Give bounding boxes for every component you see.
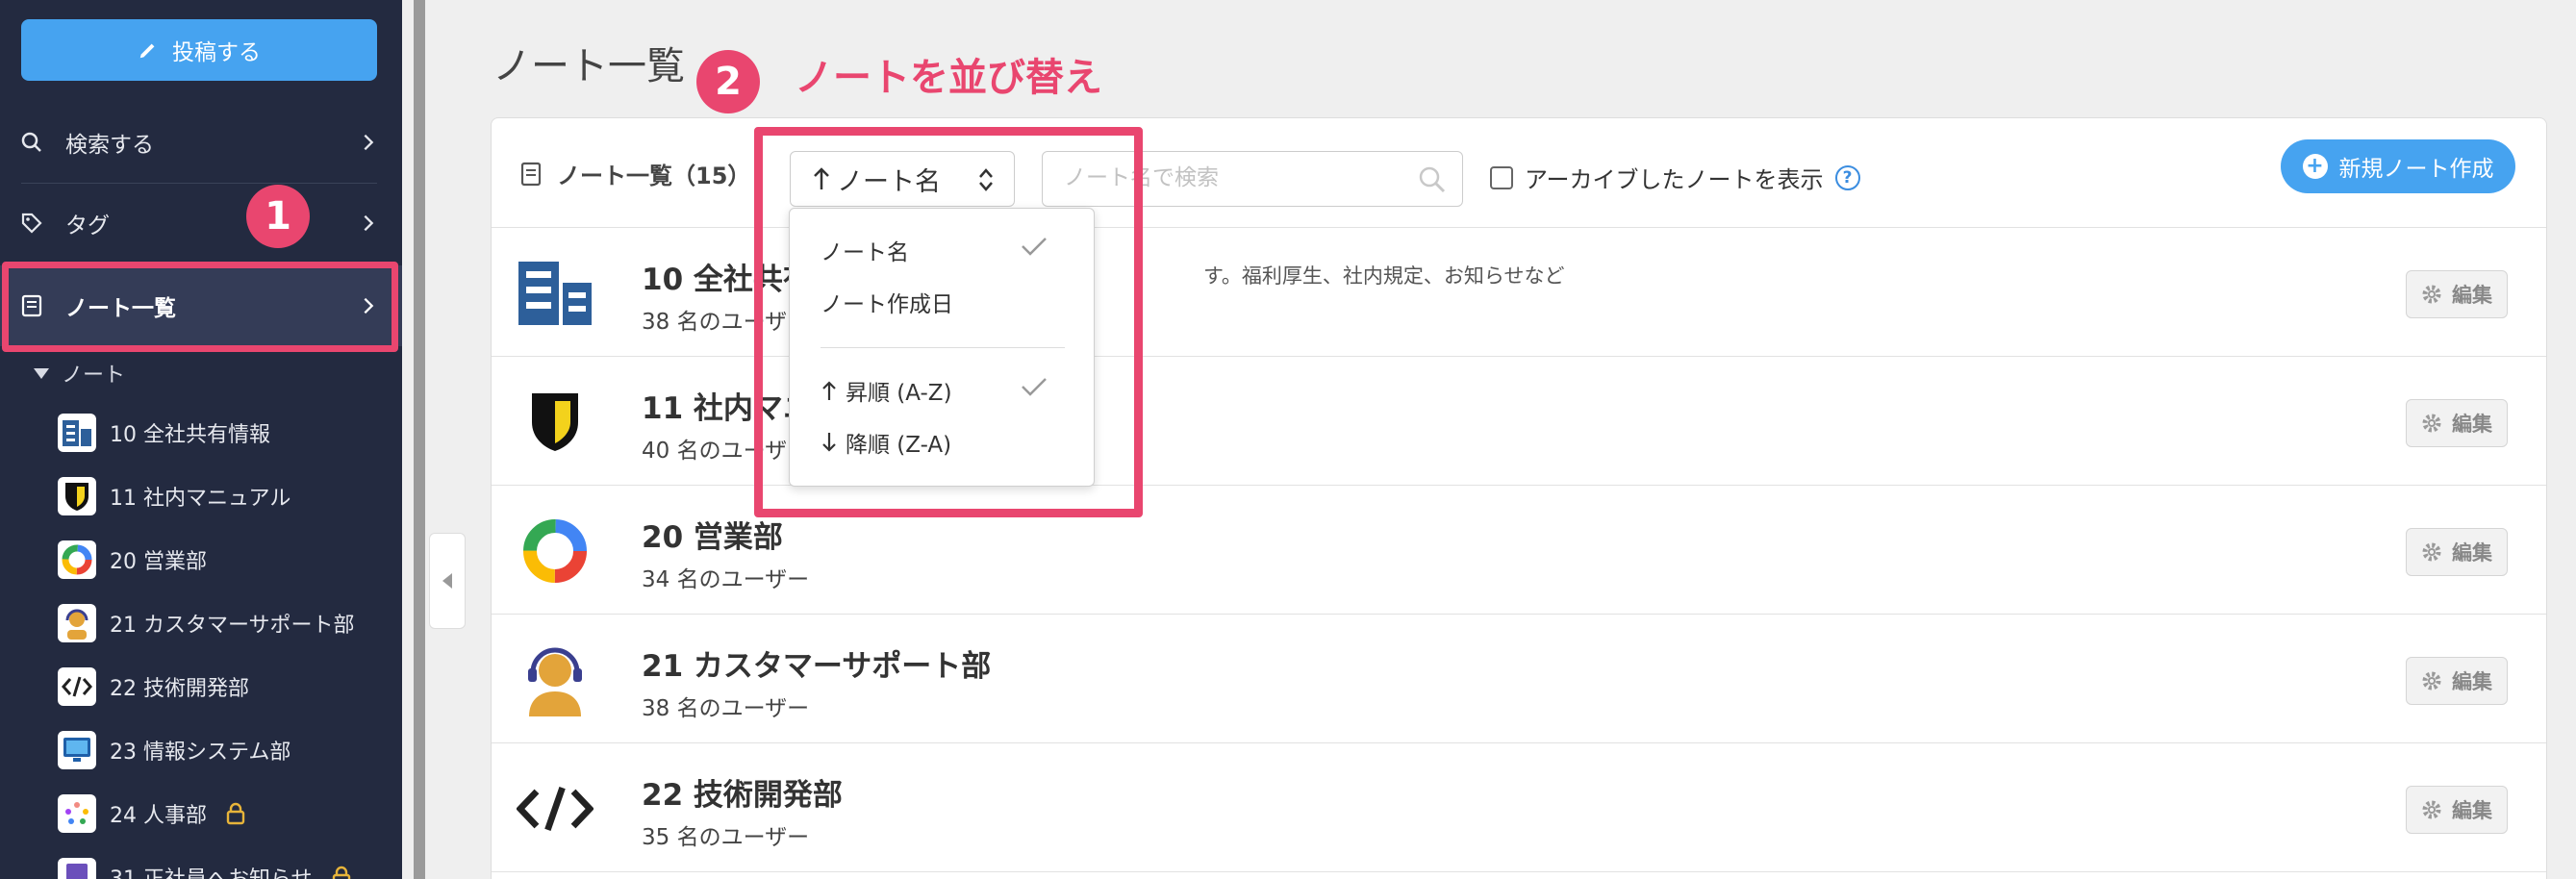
chevron-right-icon	[364, 134, 374, 151]
help-icon[interactable]: ?	[1834, 164, 1860, 190]
donut-icon	[517, 515, 593, 588]
caret-down-icon	[34, 368, 49, 379]
search-icon	[19, 130, 44, 155]
headset-person-icon	[517, 643, 593, 716]
sidebar-note-item[interactable]: 22 技術開発部	[58, 666, 249, 708]
lock-icon	[332, 866, 350, 879]
note-user-count: 34 名のユーザー	[642, 567, 810, 592]
note-item-label: 24 人事部	[110, 804, 207, 828]
note-item-label: 22 技術開発部	[110, 677, 249, 701]
shield-icon	[58, 477, 96, 515]
sidebar-note-item[interactable]: 21 カスタマーサポート部	[58, 602, 355, 644]
headset-person-icon	[58, 604, 96, 642]
note-item-label: 20 営業部	[110, 550, 207, 574]
new-note-label: 新規ノート作成	[2338, 157, 2494, 182]
sidebar-note-item[interactable]: 24 人事部	[58, 792, 245, 835]
sidebar-note-item[interactable]: 10 全社共有情報	[58, 412, 270, 454]
gear-icon	[2422, 542, 2441, 562]
edit-button[interactable]: 編集	[2406, 786, 2508, 834]
donut-icon	[58, 540, 96, 579]
archive-label: アーカイブしたノートを表示	[1525, 166, 1824, 193]
show-archived-toggle[interactable]: アーカイブしたノートを表示 ?	[1490, 161, 1860, 194]
pencil-icon	[139, 43, 155, 59]
edit-label: 編集	[2452, 541, 2492, 565]
post-button-label: 投稿する	[172, 40, 261, 65]
new-note-button[interactable]: + 新規ノート作成	[2281, 139, 2515, 193]
edit-label: 編集	[2452, 284, 2492, 307]
sidebar-scrollbar[interactable]	[414, 0, 425, 879]
sidebar-item-label: 検索する	[65, 133, 154, 158]
tree-header-label: ノート	[62, 364, 126, 388]
annotation-badge-1: 1	[246, 185, 310, 248]
annotation-highlight-sidebar	[2, 262, 398, 352]
flower-icon	[58, 794, 96, 833]
toolbar-title-text: ノート一覧（15）	[557, 163, 751, 189]
annotation-highlight-sort	[754, 127, 1143, 517]
edit-label: 編集	[2452, 799, 2492, 822]
sidebar-item-tags[interactable]: タグ	[0, 183, 402, 264]
note-item-label: 23 情報システム部	[110, 741, 291, 765]
note-item-label: 11 社内マニュアル	[110, 487, 291, 511]
note-user-count: 35 名のユーザー	[642, 825, 810, 850]
annotation-badge-2: 2	[696, 50, 760, 113]
note-user-count: 38 名のユーザー	[642, 696, 810, 721]
sidebar-note-item[interactable]: 23 情報システム部	[58, 729, 290, 771]
gear-icon	[2422, 285, 2441, 304]
note-item-label: 10 全社共有情報	[110, 423, 270, 447]
sidebar-item-label: タグ	[65, 213, 110, 239]
monitor-icon	[58, 731, 96, 769]
tag-icon	[19, 211, 44, 236]
code-icon	[58, 667, 96, 706]
edit-label: 編集	[2452, 413, 2492, 436]
note-item-label: 21 カスタマーサポート部	[110, 614, 355, 638]
annotation-caption: ノートを並び替え	[795, 56, 1102, 100]
caret-left-icon	[442, 573, 452, 589]
note-list-icon	[520, 162, 542, 186]
chevron-right-icon	[364, 214, 374, 232]
sidebar-note-item[interactable]: 31 正社員へお知らせ	[58, 856, 351, 879]
sidebar-item-search[interactable]: 検索する	[0, 102, 402, 183]
building-icon	[58, 414, 96, 452]
edit-button[interactable]: 編集	[2406, 657, 2508, 705]
edit-button[interactable]: 編集	[2406, 528, 2508, 576]
post-button[interactable]: 投稿する	[21, 19, 377, 81]
toolbar-title: ノート一覧（15）	[520, 157, 750, 190]
note-row[interactable]: 21 カスタマーサポート部 38 名のユーザー 編集	[492, 615, 2546, 743]
building-icon	[517, 257, 593, 330]
note-description: す。福利厚生、社内規定、お知らせなど	[1203, 264, 1565, 288]
note-name[interactable]: 22 技術開発部	[642, 770, 843, 814]
book-icon	[58, 858, 96, 879]
collapse-sidebar-button[interactable]	[429, 533, 466, 629]
sidebar-gap	[402, 0, 414, 879]
plus-icon: +	[2302, 154, 2328, 179]
edit-button[interactable]: 編集	[2406, 270, 2508, 318]
notes-tree-header[interactable]: ノート	[33, 358, 125, 389]
note-row[interactable]: 22 技術開発部 35 名のユーザー 編集	[492, 743, 2546, 872]
page-title: ノート一覧	[492, 44, 685, 88]
edit-label: 編集	[2452, 670, 2492, 693]
gear-icon	[2422, 800, 2441, 819]
note-item-label: 31 正社員へお知らせ	[110, 862, 313, 879]
sidebar-note-item[interactable]: 20 営業部	[58, 539, 207, 581]
search-icon[interactable]	[1418, 165, 1447, 194]
edit-button[interactable]: 編集	[2406, 399, 2508, 447]
shield-icon	[517, 386, 593, 459]
lock-icon	[226, 802, 245, 825]
gear-icon	[2422, 414, 2441, 433]
note-name[interactable]: 21 カスタマーサポート部	[642, 641, 991, 685]
sidebar: 投稿する 検索する タグ ノート一覧 ノート 10 全社共有情報 11 社内マニ…	[0, 0, 402, 879]
sidebar-note-item[interactable]: 11 社内マニュアル	[58, 475, 290, 517]
code-icon	[517, 772, 593, 845]
note-name[interactable]: 20 営業部	[642, 513, 783, 556]
gear-icon	[2422, 671, 2441, 691]
archive-checkbox[interactable]	[1490, 165, 1513, 189]
